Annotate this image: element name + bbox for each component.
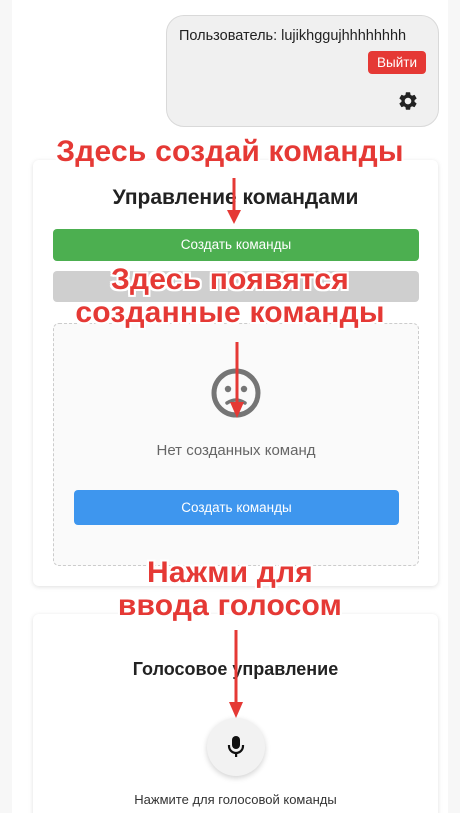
annotation-arrow-3 [229, 630, 243, 718]
user-label: Пользователь: lujikhggujhhhhhhhh [179, 28, 407, 44]
annotation-press-voice: Нажми для ввода голосом [117, 556, 343, 622]
voice-hint: Нажмите для голосовой команды [134, 792, 337, 807]
empty-state-text: Нет созданных команд [156, 442, 316, 459]
annotation-arrow-1 [227, 178, 241, 224]
annotation-appear-here: Здесь появятся созданные команды [75, 263, 385, 329]
user-panel: Пользователь: lujikhggujhhhhhhhh Выйти [166, 15, 439, 127]
empty-create-commands-button[interactable]: Создать команды [74, 490, 399, 525]
microphone-button[interactable] [207, 718, 265, 776]
annotation-create-here: Здесь создай команды [56, 135, 404, 168]
create-commands-button[interactable]: Создать команды [53, 229, 419, 261]
annotation-arrow-2 [230, 342, 244, 418]
gear-icon[interactable] [397, 90, 419, 112]
microphone-icon [227, 736, 245, 757]
logout-button[interactable]: Выйти [368, 51, 426, 74]
